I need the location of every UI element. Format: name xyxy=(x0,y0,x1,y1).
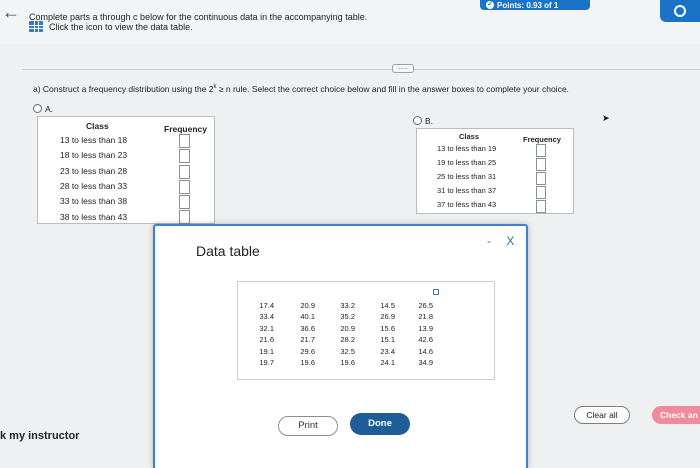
frequency-input[interactable] xyxy=(179,149,190,163)
print-button[interactable]: Print xyxy=(278,416,338,436)
data-cell: 21.7 xyxy=(300,335,315,345)
question-text: a) Construct a frequency distribution us… xyxy=(33,84,569,94)
data-cell: 14.6 xyxy=(418,346,433,356)
data-cell: 19.1 xyxy=(259,346,274,356)
class-row: 37 to less than 43 xyxy=(437,200,497,209)
done-button[interactable]: Done xyxy=(350,413,410,435)
option-b-radio[interactable] xyxy=(413,116,422,125)
class-header: Class xyxy=(459,132,480,141)
frequency-header: Frequency xyxy=(164,124,207,134)
dialog-title: Data table xyxy=(196,243,260,259)
frequency-input[interactable] xyxy=(536,186,546,199)
data-cell: 29.6 xyxy=(300,346,315,356)
data-cell: 33.2 xyxy=(340,301,355,310)
data-table-icon[interactable] xyxy=(29,21,43,32)
frequency-input[interactable] xyxy=(179,195,190,209)
divider xyxy=(22,69,700,70)
data-column: 17.4 33.4 32.1 21.6 19.1 19.7 xyxy=(254,300,274,368)
points-badge: ✓ Points: 0.93 of 1 xyxy=(480,0,590,10)
data-cell: 13.9 xyxy=(418,323,433,333)
class-row: 19 to less than 25 xyxy=(437,158,497,167)
frequency-input[interactable] xyxy=(179,134,190,148)
view-table-hint: Click the icon to view the data table. xyxy=(49,22,193,32)
back-arrow-icon[interactable]: ← xyxy=(2,2,20,23)
data-cell: 19.6 xyxy=(300,358,315,368)
ask-instructor-link[interactable]: k my instructor xyxy=(0,430,79,442)
data-cell: 34.9 xyxy=(418,358,433,368)
class-row: 25 to less than 31 xyxy=(437,172,497,181)
data-cell: 23.4 xyxy=(380,346,395,356)
data-cell: 36.6 xyxy=(300,323,315,333)
points-label: Points: 0.93 of 1 xyxy=(497,0,559,10)
data-column: 26.5 21.8 13.9 42.6 14.6 34.9 xyxy=(413,300,433,368)
data-cell: 32.1 xyxy=(259,323,274,333)
data-cell: 20.9 xyxy=(340,323,355,333)
frequency-header: Frequency xyxy=(523,135,561,144)
data-cell: 17.4 xyxy=(259,301,274,310)
frequency-input[interactable] xyxy=(536,172,546,185)
data-cell: 19.6 xyxy=(340,358,355,368)
class-row: 13 to less than 19 xyxy=(437,144,497,153)
data-cell: 35.2 xyxy=(340,312,355,322)
option-b-label: B. xyxy=(425,116,434,126)
class-row: 13 to less than 18 xyxy=(60,135,128,145)
data-cell: 42.6 xyxy=(418,335,433,345)
class-row: 33 to less than 38 xyxy=(60,196,128,206)
data-cell: 26.9 xyxy=(380,312,395,322)
data-cell: 15.6 xyxy=(380,323,395,333)
data-cell: 40.1 xyxy=(300,312,315,322)
data-grid xyxy=(237,281,495,380)
data-cell: 33.4 xyxy=(259,312,274,322)
option-a-radio[interactable] xyxy=(33,104,42,113)
check-circle-icon: ✓ xyxy=(486,1,494,9)
dialog-window-controls[interactable]: - X xyxy=(487,234,520,248)
settings-button[interactable] xyxy=(660,0,700,22)
copy-icon[interactable] xyxy=(433,289,439,295)
data-cell: 26.5 xyxy=(418,301,433,310)
class-row: 18 to less than 23 xyxy=(60,150,128,160)
class-row: 23 to less than 28 xyxy=(60,166,128,176)
data-cell: 20.9 xyxy=(300,301,315,310)
option-a-table: Class Frequency 13 to less than 18 18 to… xyxy=(37,116,215,224)
check-answer-button[interactable]: Check an xyxy=(652,406,700,424)
frequency-input[interactable] xyxy=(536,158,546,171)
data-column: 14.5 26.9 15.6 15.1 23.4 24.1 xyxy=(375,300,395,368)
frequency-input[interactable] xyxy=(179,165,190,179)
class-header: Class xyxy=(86,121,109,131)
data-cell: 21.6 xyxy=(259,335,274,345)
data-cell: 19.7 xyxy=(259,358,274,368)
option-a-label: A. xyxy=(45,104,54,114)
frequency-input[interactable] xyxy=(179,210,190,224)
class-row: 31 to less than 37 xyxy=(437,186,497,195)
class-row: 38 to less than 43 xyxy=(60,212,128,222)
frequency-input[interactable] xyxy=(179,180,190,194)
data-cell: 14.5 xyxy=(380,301,395,310)
data-cell: 15.1 xyxy=(380,335,395,345)
instructions-text: Complete parts a through c below for the… xyxy=(29,12,368,22)
frequency-input[interactable] xyxy=(536,144,546,157)
class-row: 28 to less than 33 xyxy=(60,181,128,191)
clear-all-button[interactable]: Clear all xyxy=(574,406,630,424)
option-b-table: Class Frequency 13 to less than 19 19 to… xyxy=(416,128,574,214)
mouse-cursor-icon: ➤ xyxy=(602,113,610,123)
expand-handle[interactable]: ..... xyxy=(392,64,414,73)
frequency-input[interactable] xyxy=(536,200,546,213)
data-column: 20.9 40.1 36.6 21.7 29.6 19.6 xyxy=(295,300,315,368)
data-cell: 28.2 xyxy=(340,335,355,345)
data-cell: 32.5 xyxy=(340,346,355,356)
gear-icon xyxy=(674,5,686,17)
data-cell: 24.1 xyxy=(380,358,395,368)
data-column: 33.2 35.2 20.9 28.2 32.5 19.6 xyxy=(335,300,355,368)
data-cell: 21.8 xyxy=(418,312,433,322)
